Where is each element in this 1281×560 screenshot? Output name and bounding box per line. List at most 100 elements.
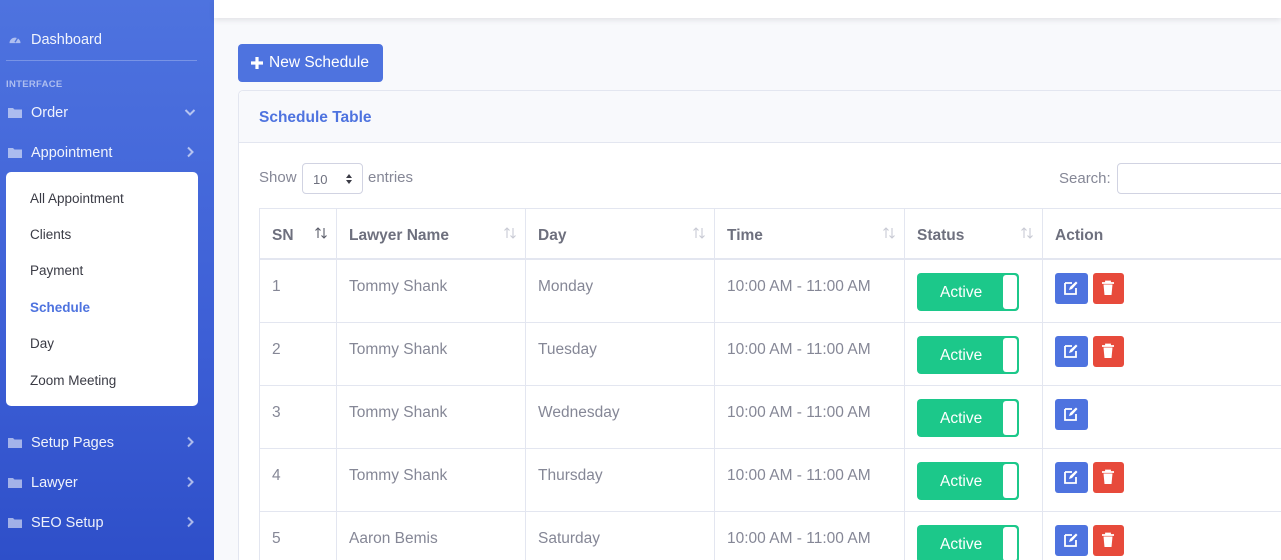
column-header-action[interactable]: Action	[1042, 209, 1281, 261]
toggle-knob	[1003, 464, 1017, 498]
cell-sn: 1	[259, 260, 336, 323]
trash-icon	[1102, 280, 1114, 295]
toggle-knob	[1003, 527, 1017, 560]
cell-action	[1042, 449, 1281, 512]
new-schedule-button[interactable]: New Schedule	[238, 44, 383, 82]
submenu-item-day[interactable]: Day	[30, 336, 54, 351]
edit-button[interactable]	[1055, 336, 1088, 367]
sidebar-item-label: Lawyer	[31, 475, 78, 491]
toggle-knob	[1003, 401, 1017, 435]
status-toggle[interactable]: Active	[917, 273, 1019, 311]
topbar	[214, 0, 1281, 18]
cell-day: Thursday	[525, 449, 714, 512]
cell-action	[1042, 512, 1281, 560]
submenu-item-all-appointment[interactable]: All Appointment	[30, 191, 124, 206]
toggle-knob	[1003, 338, 1017, 372]
cell-lawyer: Tommy Shank	[336, 386, 525, 449]
table-row: 5 Aaron Bemis Saturday 10:00 AM - 11:00 AM A…	[259, 512, 1281, 560]
trash-icon	[1102, 343, 1114, 358]
cell-day: Monday	[525, 260, 714, 323]
edit-icon	[1064, 281, 1078, 295]
sidebar-item-appointment[interactable]: Appointment	[0, 141, 214, 165]
cell-lawyer: Tommy Shank	[336, 260, 525, 323]
cell-status: Active	[904, 449, 1042, 512]
table-header-row: SN Lawyer Name Day Time Status Action	[259, 208, 1281, 261]
status-toggle[interactable]: Active	[917, 399, 1019, 437]
edit-button[interactable]	[1055, 462, 1088, 493]
table-row: 2 Tommy Shank Tuesday 10:00 AM - 11:00 AM Ac…	[259, 323, 1281, 386]
cell-time: 10:00 AM - 11:00 AM	[714, 260, 904, 323]
search-label: Search:	[1059, 170, 1111, 187]
sort-icon	[504, 227, 516, 239]
column-header-time[interactable]: Time	[714, 209, 904, 261]
status-toggle[interactable]: Active	[917, 462, 1019, 500]
submenu-item-zoom-meeting[interactable]: Zoom Meeting	[30, 373, 116, 388]
cell-sn: 5	[259, 512, 336, 560]
sidebar: Dashboard INTERFACE Order Appointment Al…	[0, 0, 214, 560]
status-toggle[interactable]: Active	[917, 525, 1019, 560]
chevron-right-icon	[187, 516, 194, 528]
edit-button[interactable]	[1055, 399, 1088, 430]
column-header-sn[interactable]: SN	[259, 209, 336, 261]
chevron-right-icon	[187, 146, 194, 158]
show-label: Show	[259, 169, 297, 186]
chevron-right-icon	[187, 436, 194, 448]
submenu-item-payment[interactable]: Payment	[30, 263, 83, 278]
status-toggle[interactable]: Active	[917, 336, 1019, 374]
appointment-submenu: All Appointment Clients Payment Schedule…	[6, 172, 198, 406]
trash-icon	[1102, 469, 1114, 484]
edit-icon	[1064, 470, 1078, 484]
table-row: 4 Tommy Shank Thursday 10:00 AM - 11:00 AM A…	[259, 449, 1281, 512]
cell-action	[1042, 386, 1281, 449]
cell-lawyer: Tommy Shank	[336, 449, 525, 512]
table-row: 1 Tommy Shank Monday 10:00 AM - 11:00 AM Act…	[259, 260, 1281, 323]
chevron-down-icon	[184, 109, 196, 116]
cell-time: 10:00 AM - 11:00 AM	[714, 386, 904, 449]
tachometer-icon	[9, 37, 21, 44]
cell-status: Active	[904, 512, 1042, 560]
folder-icon	[8, 478, 22, 488]
search-input[interactable]	[1117, 163, 1281, 194]
entries-select[interactable]: 10	[302, 163, 363, 194]
sidebar-item-label: Dashboard	[31, 32, 102, 48]
sidebar-item-lawyer[interactable]: Lawyer	[0, 471, 214, 495]
cell-status: Active	[904, 386, 1042, 449]
sidebar-item-order[interactable]: Order	[0, 101, 214, 125]
submenu-item-clients[interactable]: Clients	[30, 227, 71, 242]
cell-status: Active	[904, 260, 1042, 323]
cell-day: Saturday	[525, 512, 714, 560]
card-title: Schedule Table	[259, 109, 372, 126]
sidebar-divider	[6, 60, 197, 61]
entries-select-value: 10	[313, 172, 328, 187]
select-arrows-icon	[346, 174, 352, 184]
sidebar-item-label: SEO Setup	[31, 515, 104, 531]
sidebar-item-seo-setup[interactable]: SEO Setup	[0, 511, 214, 535]
delete-button[interactable]	[1093, 336, 1124, 367]
edit-button[interactable]	[1055, 525, 1088, 556]
delete-button[interactable]	[1093, 273, 1124, 304]
trash-icon	[1102, 532, 1114, 547]
column-header-status[interactable]: Status	[904, 209, 1042, 261]
cell-lawyer: Aaron Bemis	[336, 512, 525, 560]
sort-icon	[693, 227, 705, 239]
sidebar-item-label: Setup Pages	[31, 435, 115, 451]
plus-icon	[251, 57, 263, 69]
cell-day: Tuesday	[525, 323, 714, 386]
submenu-item-schedule[interactable]: Schedule	[30, 300, 90, 315]
edit-button[interactable]	[1055, 273, 1088, 304]
toggle-knob	[1003, 275, 1017, 309]
column-header-lawyer-name[interactable]: Lawyer Name	[336, 209, 525, 261]
cell-lawyer: Tommy Shank	[336, 323, 525, 386]
sidebar-heading: INTERFACE	[6, 79, 63, 90]
sidebar-item-setup-pages[interactable]: Setup Pages	[0, 431, 214, 455]
column-header-day[interactable]: Day	[525, 209, 714, 261]
cell-sn: 2	[259, 323, 336, 386]
edit-icon	[1064, 407, 1078, 421]
delete-button[interactable]	[1093, 525, 1124, 556]
delete-button[interactable]	[1093, 462, 1124, 493]
folder-icon	[8, 438, 22, 448]
sidebar-item-dashboard[interactable]: Dashboard	[0, 28, 214, 52]
cell-day: Wednesday	[525, 386, 714, 449]
folder-icon	[8, 518, 22, 528]
sort-icon	[883, 227, 895, 239]
